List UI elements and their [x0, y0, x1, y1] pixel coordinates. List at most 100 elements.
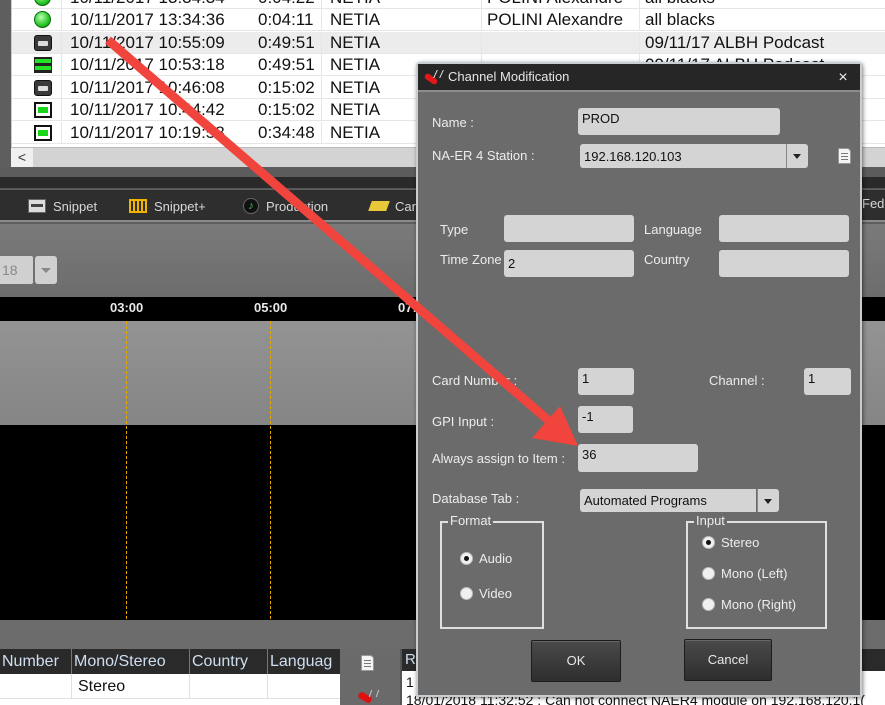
list-row[interactable]: 10/11/2017 13:34:36 0:04:11 NETIA POLINI Al… [12, 9, 885, 31]
row-author [482, 31, 640, 54]
timeline-tick: 03:00 [110, 300, 144, 315]
log-line: 1 [406, 674, 414, 690]
cancel-button[interactable]: Cancel [684, 639, 772, 681]
radio-unselected-icon [702, 598, 715, 611]
table-row[interactable]: Stereo [0, 674, 340, 699]
column-header-language[interactable]: Languag [268, 649, 340, 674]
timeline-tick: 05:00 [254, 300, 288, 315]
snippet-icon [28, 199, 46, 213]
country-field[interactable] [719, 250, 849, 277]
radio-selected-icon [702, 536, 715, 549]
format-video-radio[interactable]: Video [460, 586, 512, 601]
station-label: NA-ER 4 Station : [432, 148, 535, 163]
name-field[interactable]: PROD [578, 108, 780, 135]
column-header-number[interactable]: Number [0, 649, 72, 674]
scroll-left-button[interactable]: < [11, 148, 33, 167]
radio-unselected-icon [460, 587, 473, 600]
channel-table: Stereo [0, 674, 340, 705]
row-duration: 0:15:02 [250, 76, 322, 99]
card-number-field[interactable]: 1 [578, 368, 634, 395]
row-icon-cell [12, 99, 62, 121]
row-duration: 0:15:02 [250, 99, 322, 121]
stack-icon [34, 57, 52, 73]
input-mono-right-radio[interactable]: Mono (Right) [702, 597, 796, 612]
database-tab-dropdown-button[interactable] [757, 489, 779, 512]
input-group: Input Stereo Mono (Left) Mono (Right) [686, 513, 827, 629]
document-icon[interactable] [361, 655, 374, 671]
channel-tool-icon[interactable] [358, 690, 378, 704]
row-duration: 0:34:48 [250, 121, 322, 144]
clip-icon [34, 124, 52, 141]
row-source: NETIA [322, 9, 482, 31]
close-icon[interactable]: × [834, 68, 852, 88]
row-icon-cell [12, 9, 62, 31]
row-icon-cell [12, 31, 62, 54]
toolbar-partial-item[interactable]: Fed [862, 196, 884, 211]
toolbar-cart[interactable]: Car [368, 196, 416, 216]
country-label: Country [644, 252, 690, 267]
language-field[interactable] [719, 215, 849, 242]
app-window: 10/11/2017 13:34:34 0:04:22 NETIA POLINI… [0, 0, 885, 705]
date-dropdown-button[interactable] [35, 256, 57, 284]
radio-unselected-icon [702, 567, 715, 580]
name-label: Name : [432, 115, 474, 130]
type-label: Type [440, 222, 469, 237]
production-icon: ♪ [243, 198, 259, 214]
gpi-input-field[interactable]: -1 [578, 406, 633, 433]
format-audio-radio[interactable]: Audio [460, 551, 512, 566]
column-header-mono-stereo[interactable]: Mono/Stereo [72, 649, 190, 674]
input-mono-left-radio[interactable]: Mono (Left) [702, 566, 787, 581]
radio-selected-icon [460, 552, 473, 565]
row-source: NETIA [322, 0, 482, 9]
timezone-field[interactable]: 2 [504, 250, 634, 277]
row-source: NETIA [322, 31, 482, 54]
format-group: Format Audio Video [440, 513, 544, 629]
date-field[interactable]: 18 [0, 256, 33, 284]
ok-button[interactable]: OK [531, 640, 621, 682]
station-dropdown-button[interactable] [786, 144, 808, 168]
row-duration: 0:04:11 [250, 9, 322, 31]
channel-tool-icon [424, 70, 444, 86]
cell-number [0, 674, 72, 699]
row-icon-cell [12, 76, 62, 99]
station-select[interactable]: 192.168.120.103 [580, 144, 786, 168]
timezone-label: Time Zone [440, 252, 502, 267]
database-tab-select[interactable]: Automated Programs [580, 489, 756, 512]
snippet-plus-icon [129, 199, 147, 213]
row-title: all blacks [640, 0, 885, 9]
clip-icon [34, 102, 52, 118]
tape-icon [34, 34, 52, 51]
channel-modification-dialog: Channel Modification × Name : PROD NA-ER… [416, 62, 862, 697]
cell-country [190, 674, 268, 699]
dialog-titlebar[interactable]: Channel Modification × [418, 64, 860, 92]
channel-field[interactable]: 1 [804, 368, 851, 395]
row-date: 10/11/2017 10:53:18 [70, 55, 225, 74]
toolbar-snippet[interactable]: Snippet [28, 196, 97, 216]
card-number-label: Card Number : [432, 373, 518, 388]
row-duration: 0:04:22 [250, 0, 322, 9]
row-title: all blacks [645, 10, 715, 29]
timeline-gridline [126, 321, 127, 624]
channel-label: Channel : [709, 373, 765, 388]
language-label: Language [644, 222, 702, 237]
cell-mono-stereo: Stereo [72, 674, 190, 699]
row-date: 10/11/2017 13:34:34 [70, 0, 250, 9]
row-title: 09/11/17 ALBH Podcast [645, 32, 825, 52]
document-icon[interactable] [838, 148, 851, 164]
input-stereo-radio[interactable]: Stereo [702, 535, 759, 550]
row-author: POLINI Alexandre [482, 0, 640, 9]
row-date: 10/11/2017 10:19:58 [70, 122, 225, 142]
database-tab-label: Database Tab : [432, 491, 520, 506]
always-assign-field[interactable]: 36 [578, 444, 698, 472]
always-assign-label: Always assign to Item : [432, 451, 565, 466]
gpi-input-label: GPI Input : [432, 414, 495, 429]
timeline-gridline [270, 321, 271, 624]
toolbar-snippet-plus[interactable]: Snippet+ [129, 196, 206, 216]
row-date: 10/11/2017 10:55:09 [70, 32, 225, 52]
column-header-country[interactable]: Country [190, 649, 268, 674]
list-row-partial[interactable]: 10/11/2017 13:34:34 0:04:22 NETIA POLINI… [12, 0, 885, 9]
input-group-label: Input [694, 513, 727, 528]
list-row[interactable]: 10/11/2017 10:55:09 0:49:51 NETIA 09/11/17 … [12, 31, 885, 54]
toolbar-production[interactable]: ♪ Production [243, 196, 328, 216]
type-field[interactable] [504, 215, 634, 242]
